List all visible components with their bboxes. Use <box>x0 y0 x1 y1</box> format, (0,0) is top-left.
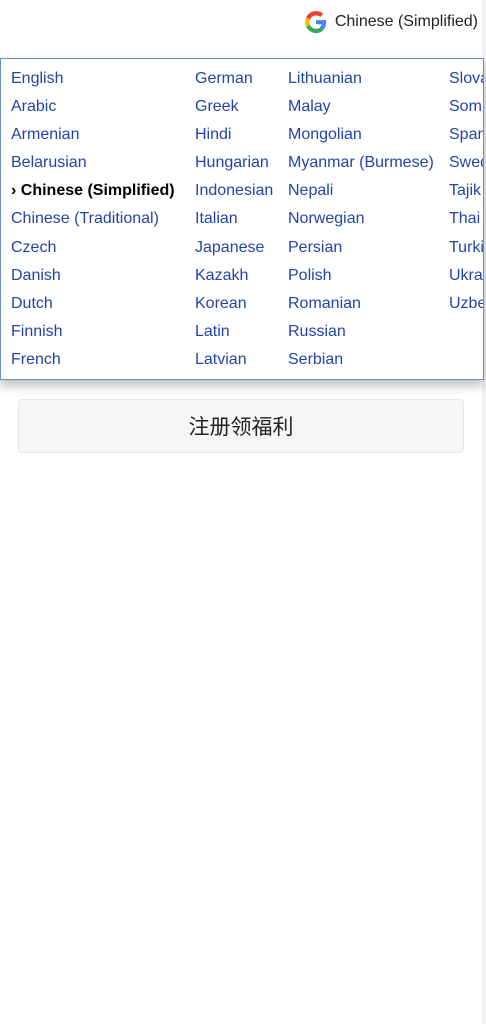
language-column-2: German Greek Hindi Hungarian Indonesian Itali… <box>195 67 273 376</box>
language-option[interactable]: Nepali <box>288 179 434 207</box>
language-option[interactable]: Finnish <box>11 320 175 348</box>
language-option-label: Greek <box>195 98 239 116</box>
language-option-label: Nepali <box>288 182 334 200</box>
language-option[interactable]: Latvian <box>195 348 273 376</box>
language-column-3: Lithuanian Malay Mongolian Myanmar (Burmese… <box>288 67 434 376</box>
language-option[interactable]: Uzbe <box>449 292 484 320</box>
language-option-label: Turki <box>449 238 484 256</box>
language-option[interactable]: Turki <box>449 236 484 264</box>
language-option-label: Uzbe <box>449 294 484 312</box>
language-option[interactable]: Tajik <box>449 179 483 207</box>
language-option[interactable]: Persian <box>288 236 434 264</box>
language-option-label: Tajik <box>449 182 482 200</box>
language-option[interactable]: English <box>11 67 175 95</box>
google-g-icon <box>304 11 327 33</box>
language-option-label: Romanian <box>288 294 361 312</box>
language-menu: English Arabic Armenian Belarusian › Chinese… <box>0 58 484 380</box>
language-option-label: Swed <box>449 154 483 172</box>
language-option-label: Latvian <box>195 350 247 368</box>
language-option[interactable]: Kazakh <box>195 264 273 292</box>
language-option[interactable]: Latin <box>195 320 273 348</box>
language-option[interactable]: Danish <box>11 264 175 292</box>
language-option-label: Myanmar (Burmese) <box>288 154 434 172</box>
language-option-label: Arabic <box>11 98 57 116</box>
language-option-selected[interactable]: › Chinese (Simplified) <box>11 179 175 207</box>
language-option-label: Ukra <box>449 266 483 284</box>
language-option-label: Serbian <box>288 350 344 368</box>
language-option[interactable]: Mongolian <box>288 123 434 151</box>
language-option-label: Armenian <box>11 126 80 144</box>
language-option[interactable]: Thai <box>449 207 483 235</box>
current-language-label[interactable]: Chinese (Simplified) <box>335 13 478 31</box>
language-option[interactable]: Som <box>449 95 483 123</box>
language-option-label: Italian <box>195 210 238 228</box>
language-option-label: Polish <box>288 266 332 284</box>
language-option[interactable]: Hungarian <box>195 151 273 179</box>
language-option-label: Thai <box>449 210 481 228</box>
language-option[interactable]: Chinese (Traditional) <box>11 207 175 235</box>
language-option[interactable]: Korean <box>195 292 273 320</box>
language-option-label: Span <box>449 126 484 144</box>
language-option[interactable]: Ukra <box>449 264 483 292</box>
language-option[interactable]: Armenian <box>11 123 175 151</box>
language-option[interactable]: Span <box>449 123 484 151</box>
language-option-label: Japanese <box>195 238 265 256</box>
language-option-label: Czech <box>11 238 57 256</box>
language-option-label: Som <box>449 98 482 116</box>
language-option[interactable]: Hindi <box>195 123 273 151</box>
language-option[interactable]: Russian <box>288 320 434 348</box>
language-option-label: Mongolian <box>288 126 362 144</box>
language-option[interactable]: Malay <box>288 95 434 123</box>
language-option-label: Lithuanian <box>288 70 362 87</box>
language-column-1: English Arabic Armenian Belarusian › Chinese… <box>11 67 175 376</box>
language-option[interactable]: French <box>11 348 175 376</box>
language-option-label: French <box>11 350 61 368</box>
language-option[interactable]: Lithuanian <box>288 67 434 95</box>
language-option[interactable]: German <box>195 67 273 95</box>
language-option-label: Dutch <box>11 294 53 312</box>
language-option[interactable]: Slova <box>449 67 483 95</box>
language-option-label: Russian <box>288 322 346 340</box>
language-option-label: German <box>195 70 253 87</box>
language-option-label: Slova <box>449 70 483 87</box>
language-option[interactable]: Greek <box>195 95 273 123</box>
language-option-label: Danish <box>11 266 61 284</box>
language-option[interactable]: Dutch <box>11 292 175 320</box>
selected-marker: › <box>11 182 21 200</box>
language-option-label: Korean <box>195 294 247 312</box>
language-option-label: English <box>11 70 64 87</box>
language-column-4: Slova Som Span Swed Tajik Thai Turki Ukra Uzbe <box>449 67 484 320</box>
language-option-label: Malay <box>288 98 331 116</box>
language-option-label: Chinese (Simplified) <box>20 182 175 200</box>
language-option-label: Kazakh <box>195 266 249 284</box>
language-option-label: Belarusian <box>11 154 87 172</box>
language-option[interactable]: Italian <box>195 207 273 235</box>
language-option-label: Hungarian <box>195 154 269 172</box>
language-option[interactable]: Indonesian <box>195 179 273 207</box>
language-option[interactable]: Myanmar (Burmese) <box>288 151 434 179</box>
language-option[interactable]: Norwegian <box>288 207 434 235</box>
language-option[interactable]: Romanian <box>288 292 434 320</box>
language-option-label: Norwegian <box>288 210 365 228</box>
language-option[interactable]: Belarusian <box>11 151 175 179</box>
language-option-label: Hindi <box>195 126 232 144</box>
language-option[interactable]: Arabic <box>11 95 175 123</box>
language-option[interactable]: Japanese <box>195 236 273 264</box>
language-option[interactable]: Serbian <box>288 348 434 376</box>
language-option[interactable]: Polish <box>288 264 434 292</box>
translate-widget[interactable]: Chinese (Simplified) <box>304 8 478 36</box>
language-option[interactable]: Czech <box>11 236 175 264</box>
language-option-label: Persian <box>288 238 343 256</box>
register-benefits-button[interactable]: 注册领福利 <box>18 399 464 453</box>
language-option-label: Latin <box>195 322 230 340</box>
language-option-label: Finnish <box>11 322 63 340</box>
language-option[interactable]: Swed <box>449 151 483 179</box>
language-option-label: Chinese (Traditional) <box>11 210 159 228</box>
language-option-label: Indonesian <box>195 182 274 200</box>
